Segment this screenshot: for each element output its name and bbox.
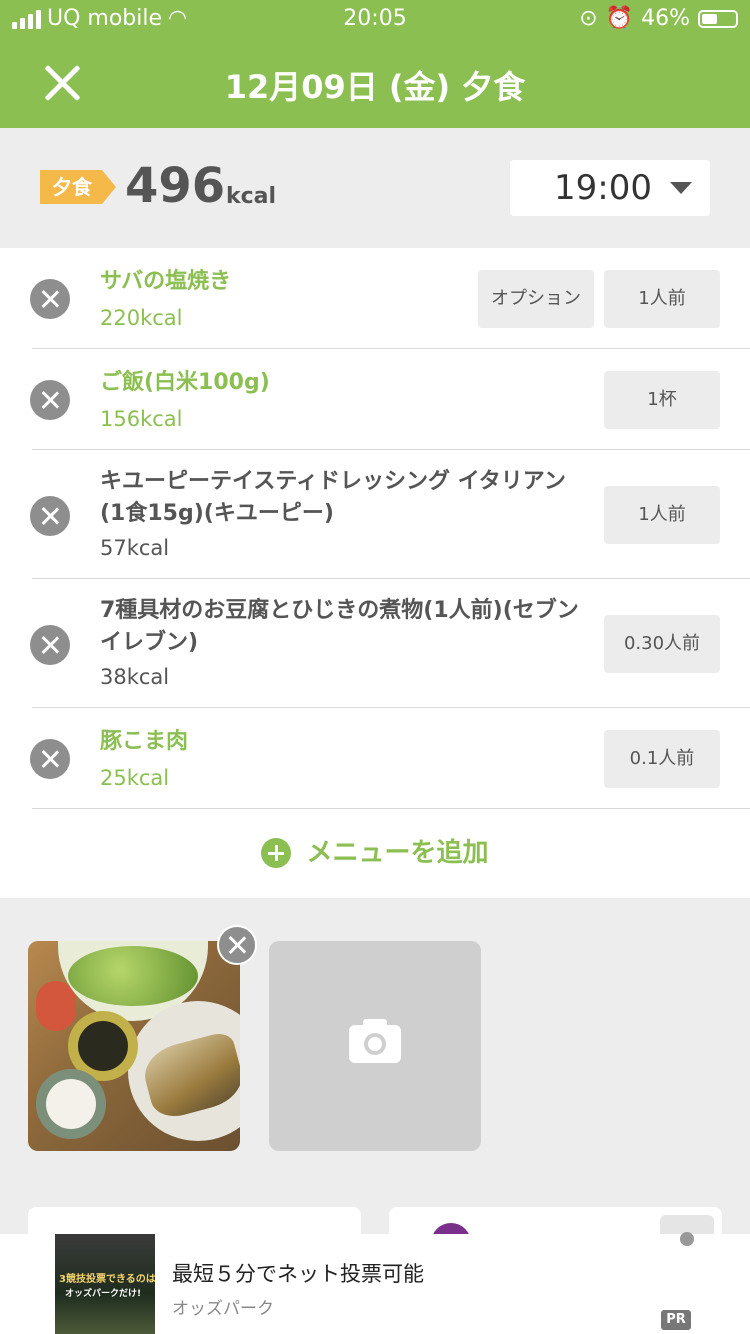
food-name[interactable]: キユーピーテイスティドレッシング イタリアン(1食15g)(キユーピー) bbox=[100, 466, 580, 530]
remove-food-icon[interactable] bbox=[30, 380, 70, 420]
status-right: ⊙ ⏰ 46% bbox=[579, 6, 738, 31]
food-kcal: 220kcal bbox=[100, 306, 183, 330]
alarm-icon: ⏰ bbox=[605, 6, 634, 31]
status-bar: UQ mobile ◠ 20:05 ⊙ ⏰ 46% bbox=[0, 0, 750, 40]
food-row: キユーピーテイスティドレッシング イタリアン(1食15g)(キユーピー) 57k… bbox=[0, 450, 750, 579]
ad-thumb-text: オッズパークだけ! bbox=[65, 1289, 142, 1299]
quantity-button[interactable]: 1人前 bbox=[604, 486, 720, 544]
plus-circle-icon bbox=[261, 838, 292, 868]
ad-thumbnail: 3競技投票できるのは オッズパークだけ! bbox=[55, 1234, 155, 1334]
battery-icon bbox=[698, 9, 738, 28]
ad-source: オッズパーク bbox=[172, 1299, 274, 1319]
caret-down-icon bbox=[670, 182, 692, 194]
food-name[interactable]: ご飯(白米100g) bbox=[100, 367, 580, 399]
quantity-button[interactable]: 0.30人前 bbox=[604, 615, 720, 673]
remove-food-icon[interactable] bbox=[30, 279, 70, 319]
remove-photo-icon[interactable] bbox=[217, 925, 257, 965]
meal-summary: 夕食 496 kcal 19:00 bbox=[0, 128, 750, 248]
ad-info-icon[interactable] bbox=[680, 1232, 694, 1246]
food-name[interactable]: 豚こま肉 bbox=[100, 726, 580, 758]
food-row: ご飯(白米100g) 156kcal 1杯 bbox=[0, 349, 750, 450]
nav-bar: 12月09日 (金) 夕食 bbox=[0, 40, 750, 128]
quantity-button[interactable]: 1杯 bbox=[604, 371, 720, 429]
total-kcal: 496 bbox=[125, 158, 226, 214]
food-name[interactable]: 7種具材のお豆腐とひじきの煮物(1人前)(セブンイレブン) bbox=[100, 595, 580, 659]
rotation-lock-icon: ⊙ bbox=[579, 6, 598, 31]
time-select[interactable]: 19:00 bbox=[510, 160, 710, 216]
ad-thumb-text: 3競技投票できるのは bbox=[59, 1274, 155, 1285]
quantity-button[interactable]: 1人前 bbox=[604, 270, 720, 328]
remove-food-icon[interactable] bbox=[30, 739, 70, 779]
add-menu-label: メニューを追加 bbox=[306, 838, 489, 868]
ad-banner[interactable]: 3競技投票できるのは オッズパークだけ! 最短５分でネット投票可能 オッズパーク… bbox=[0, 1232, 750, 1334]
ad-headline: 最短５分でネット投票可能 bbox=[172, 1262, 424, 1286]
remove-food-icon[interactable] bbox=[30, 496, 70, 536]
camera-icon bbox=[349, 1019, 401, 1063]
food-row: 豚こま肉 25kcal 0.1人前 bbox=[0, 708, 750, 809]
photo-detail bbox=[36, 981, 76, 1031]
add-menu-button[interactable]: メニューを追加 bbox=[0, 809, 750, 897]
battery-percent: 46% bbox=[641, 6, 690, 31]
add-photo-button[interactable] bbox=[269, 941, 481, 1151]
food-kcal: 57kcal bbox=[100, 536, 170, 560]
kcal-unit: kcal bbox=[226, 184, 277, 209]
photo-detail bbox=[36, 1069, 106, 1139]
time-value: 19:00 bbox=[554, 168, 652, 208]
food-list: サバの塩焼き 220kcal オプション 1人前 ご飯(白米100g) 156k… bbox=[0, 248, 750, 898]
food-kcal: 156kcal bbox=[100, 407, 183, 431]
remove-food-icon[interactable] bbox=[30, 625, 70, 665]
food-kcal: 25kcal bbox=[100, 766, 170, 790]
food-row: 7種具材のお豆腐とひじきの煮物(1人前)(セブンイレブン) 38kcal 0.3… bbox=[0, 579, 750, 708]
option-button[interactable]: オプション bbox=[478, 270, 594, 328]
page-title: 12月09日 (金) 夕食 bbox=[224, 68, 526, 106]
meal-photo[interactable] bbox=[28, 941, 240, 1151]
quantity-button[interactable]: 0.1人前 bbox=[604, 730, 720, 788]
food-row: サバの塩焼き 220kcal オプション 1人前 bbox=[0, 248, 750, 349]
photo-detail bbox=[68, 946, 198, 1006]
meal-tag: 夕食 bbox=[40, 170, 116, 204]
food-kcal: 38kcal bbox=[100, 665, 170, 689]
pr-badge: PR bbox=[661, 1310, 691, 1330]
